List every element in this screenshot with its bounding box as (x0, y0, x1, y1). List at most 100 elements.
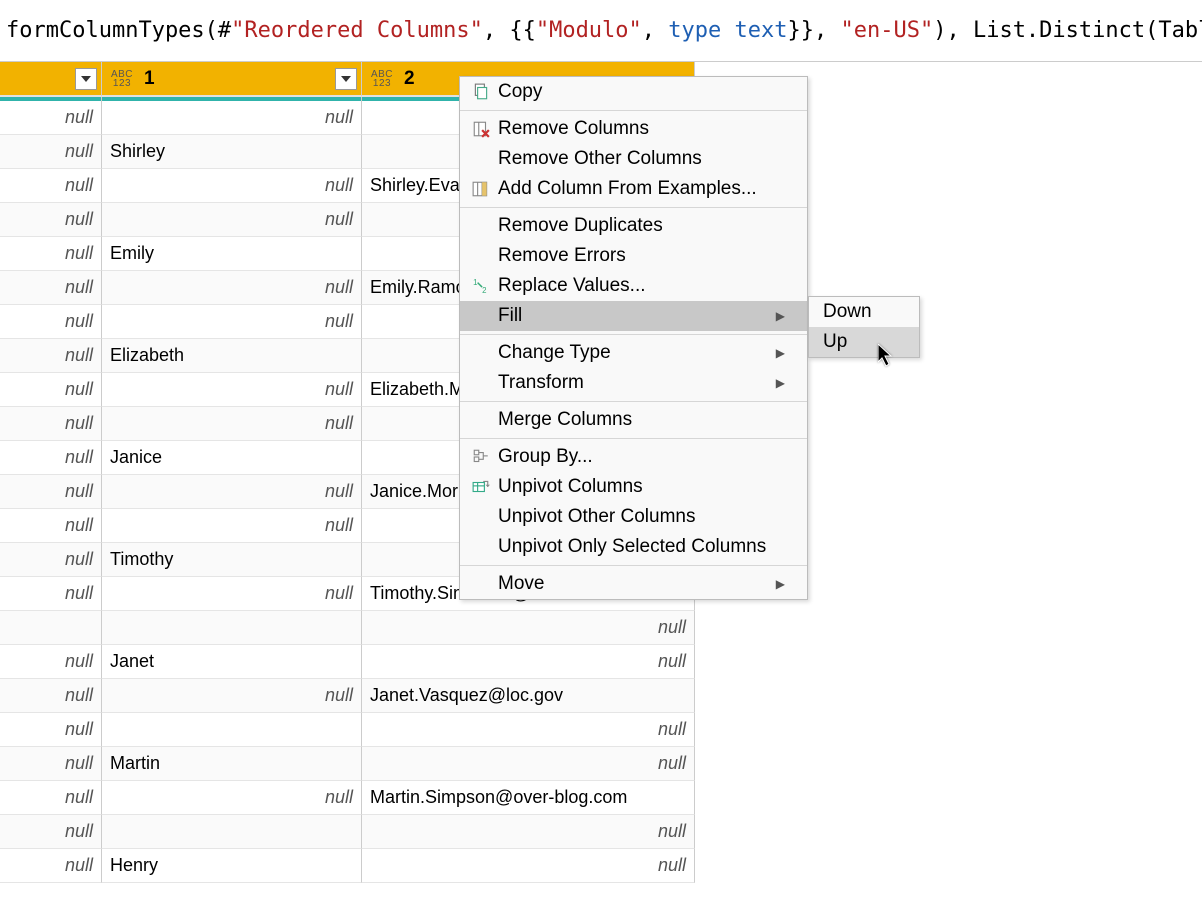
cell-col1[interactable]: Timothy (102, 543, 362, 577)
table-row[interactable]: null null (0, 713, 1202, 747)
cell-col0[interactable]: null (0, 407, 102, 441)
menu-remove-columns[interactable]: Remove Columns (460, 114, 807, 144)
table-row[interactable]: nullMartinnull (0, 747, 1202, 781)
menu-remove-other-columns[interactable]: Remove Other Columns (460, 144, 807, 174)
menu-remove-errors[interactable]: Remove Errors (460, 241, 807, 271)
menu-fill[interactable]: Fill ▶ (460, 301, 807, 331)
formula-text: formColumnTypes(#"Reordered Columns", {{… (6, 18, 1202, 43)
cell-col1[interactable]: null (102, 407, 362, 441)
submenu-fill-up[interactable]: Up (809, 327, 919, 357)
cell-col2[interactable]: null (362, 849, 695, 883)
cell-col0[interactable]: null (0, 271, 102, 305)
menu-merge-columns[interactable]: Merge Columns (460, 405, 807, 435)
cell-col1[interactable]: null (102, 373, 362, 407)
cell-col1[interactable]: Elizabeth (102, 339, 362, 373)
cell-col0[interactable]: null (0, 645, 102, 679)
menu-transform[interactable]: Transform ▶ (460, 368, 807, 398)
replace-values-icon: 12 (460, 271, 498, 301)
table-row[interactable]: nullnullJanet.Vasquez@loc.gov (0, 679, 1202, 713)
cell-col0[interactable]: null (0, 237, 102, 271)
cell-col2[interactable]: null (362, 747, 695, 781)
cell-col1[interactable]: null (102, 305, 362, 339)
cell-col2[interactable]: null (362, 645, 695, 679)
column-filter-dropdown[interactable] (75, 68, 97, 90)
cell-col2[interactable]: null (362, 611, 695, 645)
menu-add-column-from-examples[interactable]: Add Column From Examples... (460, 174, 807, 204)
menu-copy[interactable]: Copy (460, 77, 807, 107)
column-header-index[interactable] (0, 62, 102, 97)
chevron-down-icon (81, 76, 91, 82)
cell-col1[interactable]: Janice (102, 441, 362, 475)
cell-col1[interactable]: null (102, 101, 362, 135)
cell-col0[interactable]: null (0, 101, 102, 135)
menu-unpivot-other-columns[interactable]: Unpivot Other Columns (460, 502, 807, 532)
cell-col0[interactable]: null (0, 815, 102, 849)
svg-text:2: 2 (482, 286, 486, 295)
cell-col2[interactable]: null (362, 713, 695, 747)
cell-col1[interactable]: null (102, 781, 362, 815)
cell-col0[interactable]: null (0, 713, 102, 747)
table-row[interactable]: nullJanetnull (0, 645, 1202, 679)
cell-col1[interactable]: null (102, 577, 362, 611)
cell-col0[interactable]: null (0, 339, 102, 373)
submenu-arrow-icon: ▶ (776, 376, 785, 390)
table-row[interactable]: null (0, 611, 1202, 645)
cell-col0[interactable]: null (0, 475, 102, 509)
cell-col1[interactable]: null (102, 203, 362, 237)
cell-col1[interactable]: Martin (102, 747, 362, 781)
menu-unpivot-columns[interactable]: Unpivot Columns (460, 472, 807, 502)
cell-col0[interactable]: null (0, 781, 102, 815)
cell-col0[interactable]: null (0, 373, 102, 407)
cell-col1[interactable]: Emily (102, 237, 362, 271)
cell-col0[interactable]: null (0, 849, 102, 883)
cell-col1[interactable]: null (102, 679, 362, 713)
submenu-arrow-icon: ▶ (776, 346, 785, 360)
remove-columns-icon (460, 114, 498, 144)
formula-bar[interactable]: formColumnTypes(#"Reordered Columns", {{… (0, 0, 1202, 62)
table-row[interactable]: nullnullMartin.Simpson@over-blog.com (0, 781, 1202, 815)
cell-col2[interactable]: null (362, 815, 695, 849)
unpivot-icon (460, 472, 498, 502)
menu-change-type[interactable]: Change Type ▶ (460, 338, 807, 368)
column-filter-dropdown[interactable] (335, 68, 357, 90)
datatype-any-icon: ABC123 (370, 67, 394, 91)
cell-col0[interactable]: null (0, 203, 102, 237)
cell-col1[interactable]: null (102, 475, 362, 509)
menu-replace-values[interactable]: 12 Replace Values... (460, 271, 807, 301)
cell-col2[interactable]: Martin.Simpson@over-blog.com (362, 781, 695, 815)
cell-col0[interactable]: null (0, 543, 102, 577)
cell-col0[interactable]: null (0, 441, 102, 475)
fill-submenu: Down Up (808, 296, 920, 358)
column-header-1[interactable]: ABC123 1 (102, 62, 362, 97)
svg-text:1: 1 (473, 278, 477, 287)
cell-col0[interactable]: null (0, 169, 102, 203)
cell-col1[interactable]: null (102, 169, 362, 203)
cell-col1[interactable]: null (102, 271, 362, 305)
cell-col0[interactable]: null (0, 305, 102, 339)
cell-col0[interactable]: null (0, 747, 102, 781)
cell-col1[interactable] (102, 815, 362, 849)
menu-remove-duplicates[interactable]: Remove Duplicates (460, 211, 807, 241)
cell-col0[interactable]: null (0, 509, 102, 543)
cell-col2[interactable]: Janet.Vasquez@loc.gov (362, 679, 695, 713)
cell-col1[interactable]: null (102, 509, 362, 543)
copy-icon (460, 77, 498, 107)
cell-col0[interactable]: null (0, 577, 102, 611)
menu-group-by[interactable]: Group By... (460, 442, 807, 472)
cell-col0[interactable]: null (0, 135, 102, 169)
chevron-down-icon (341, 76, 351, 82)
cell-col1[interactable] (102, 713, 362, 747)
cell-col1[interactable]: Henry (102, 849, 362, 883)
menu-unpivot-only-selected[interactable]: Unpivot Only Selected Columns (460, 532, 807, 562)
cell-col1[interactable]: Shirley (102, 135, 362, 169)
cell-col1[interactable] (102, 611, 362, 645)
submenu-arrow-icon: ▶ (776, 309, 785, 323)
cell-col0[interactable] (0, 611, 102, 645)
table-row[interactable]: null null (0, 815, 1202, 849)
cell-col0[interactable]: null (0, 679, 102, 713)
submenu-fill-down[interactable]: Down (809, 297, 919, 327)
table-row[interactable]: nullHenrynull (0, 849, 1202, 883)
cell-col1[interactable]: Janet (102, 645, 362, 679)
context-menu: Copy Remove Columns Remove Other Columns… (459, 76, 808, 600)
menu-move[interactable]: Move ▶ (460, 569, 807, 599)
